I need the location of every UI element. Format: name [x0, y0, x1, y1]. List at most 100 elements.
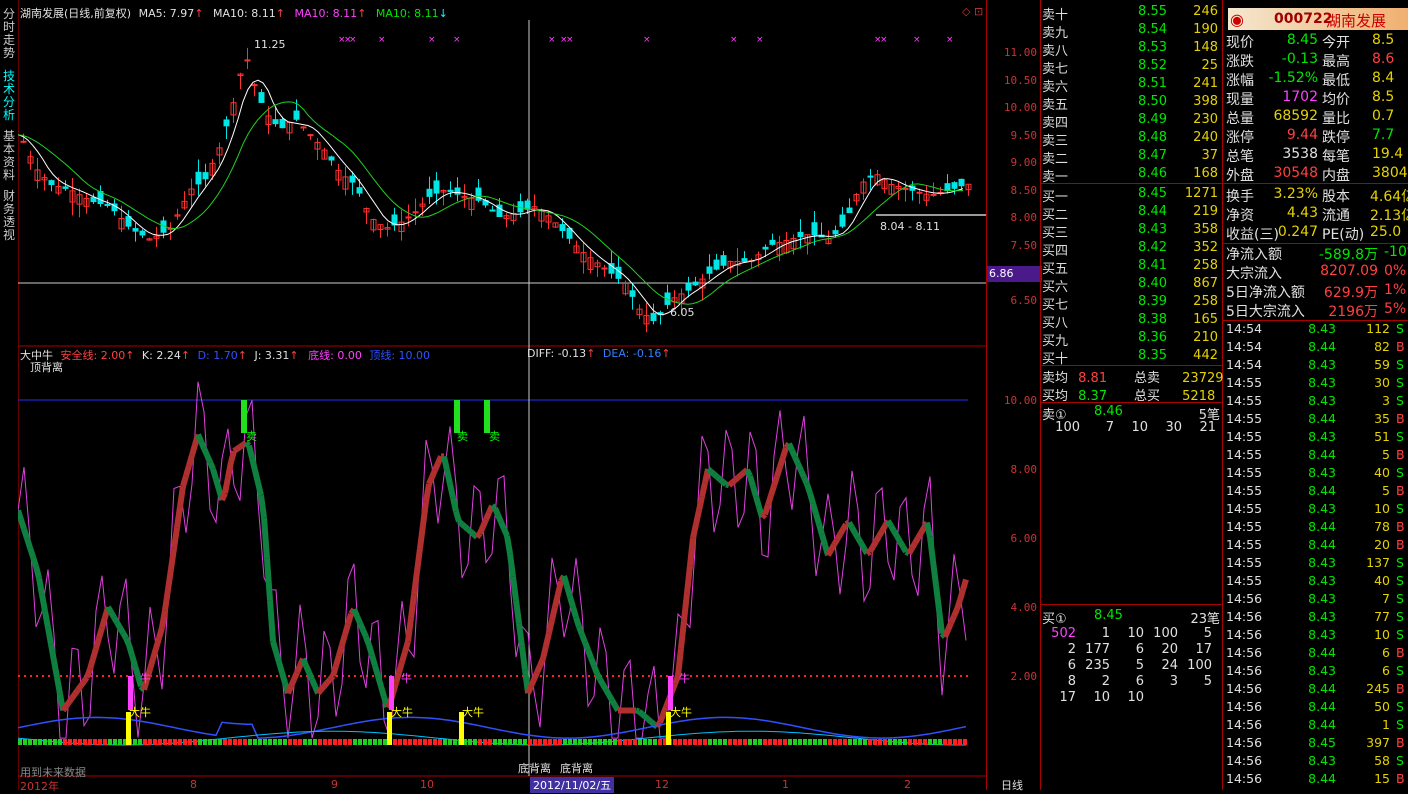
quote-label: PE(动): [1322, 227, 1365, 243]
buy-order-row[interactable]: 买六 8.40 867: [1042, 276, 1222, 295]
tick-row[interactable]: 14:56 8.43 58 S: [1224, 753, 1408, 771]
tick-time: 14:56: [1226, 717, 1263, 732]
tick-row[interactable]: 14:55 8.44 5 B: [1224, 483, 1408, 501]
tick-row[interactable]: 14:56 8.43 10 S: [1224, 627, 1408, 645]
tick-row[interactable]: 14:55 8.44 35 B: [1224, 411, 1408, 429]
quote-label: 最高: [1322, 54, 1350, 70]
tick-row[interactable]: 14:55 8.43 51 S: [1224, 429, 1408, 447]
tick-row[interactable]: 14:55 8.43 10 S: [1224, 501, 1408, 519]
tick-row[interactable]: 14:56 8.44 245 B: [1224, 681, 1408, 699]
tick-row[interactable]: 14:55 8.43 40 S: [1224, 465, 1408, 483]
tick-row[interactable]: 14:55 8.43 3 S: [1224, 393, 1408, 411]
sell-order-row[interactable]: 卖五 8.50 398: [1042, 94, 1222, 113]
k-line-segment: [238, 442, 245, 450]
bar-cell: [343, 739, 347, 745]
k-line-segment: [543, 632, 552, 647]
tick-row[interactable]: 14:54 8.43 59 S: [1224, 357, 1408, 375]
tick-row[interactable]: 14:55 8.43 30 S: [1224, 375, 1408, 393]
candle-body: [811, 222, 818, 236]
k-line-segment: [635, 707, 640, 715]
flow-row: 5日净流入额 629.9万 1%: [1224, 282, 1408, 301]
sell-order-row[interactable]: 卖七 8.52 25: [1042, 58, 1222, 77]
buy-order-row[interactable]: 买九 8.36 210: [1042, 330, 1222, 349]
bar-cell: [943, 739, 947, 745]
buy-order-row[interactable]: 买三 8.43 358: [1042, 222, 1222, 241]
tick-row[interactable]: 14:55 8.44 20 B: [1224, 537, 1408, 555]
quote-value: 8.5: [1372, 89, 1395, 105]
tick-row[interactable]: 14:54 8.43 112 S: [1224, 321, 1408, 339]
buy-order-row[interactable]: 买二 8.44 219: [1042, 204, 1222, 223]
bar-cell: [838, 739, 842, 745]
k-line-segment: [879, 524, 888, 533]
queue-volume: 10: [1093, 690, 1110, 705]
sell-order-row[interactable]: 卖一 8.46 168: [1042, 166, 1222, 185]
k-line-segment: [855, 536, 864, 545]
k-line-segment: [597, 677, 606, 687]
tick-row[interactable]: 14:56 8.45 397 B: [1224, 735, 1408, 753]
tick-row[interactable]: 14:56 8.44 1 S: [1224, 717, 1408, 735]
x-marker: ×: [946, 35, 954, 45]
bar-cell: [843, 739, 847, 745]
sell-order-row[interactable]: 卖八 8.53 148: [1042, 40, 1222, 59]
tick-row[interactable]: 14:56 8.43 6 S: [1224, 663, 1408, 681]
tick-row[interactable]: 14:56 8.44 50 S: [1224, 699, 1408, 717]
tab-financials[interactable]: 财务透视: [1, 190, 17, 242]
kline-chart[interactable]: ××× × × × × ×× × × × ×× × ×: [18, 0, 986, 790]
bar-cell: [528, 739, 532, 745]
buy-order-row[interactable]: 买一 8.45 1271: [1042, 186, 1222, 205]
sell-order-row[interactable]: 卖六 8.51 241: [1042, 76, 1222, 95]
sell-signal: 卖: [246, 430, 257, 443]
sell-order-row[interactable]: 卖四 8.49 230: [1042, 112, 1222, 131]
tick-row[interactable]: 14:54 8.44 82 B: [1224, 339, 1408, 357]
tick-row[interactable]: 14:55 8.43 40 S: [1224, 573, 1408, 591]
tick-side: S: [1396, 357, 1404, 372]
tick-row[interactable]: 14:56 8.44 15 B: [1224, 771, 1408, 789]
tick-row[interactable]: 14:55 8.43 137 S: [1224, 555, 1408, 573]
tick-time: 14:54: [1226, 321, 1263, 336]
buy-order-row[interactable]: 买五 8.41 258: [1042, 258, 1222, 277]
sell-order-row[interactable]: 卖二 8.47 37: [1042, 148, 1222, 167]
buy-order-row[interactable]: 买八 8.38 165: [1042, 312, 1222, 331]
buy-order-row[interactable]: 买四 8.42 352: [1042, 240, 1222, 259]
k-line-segment: [579, 633, 588, 644]
tab-technical[interactable]: 技术分析: [1, 70, 17, 122]
tick-row[interactable]: 14:56 8.43 7 S: [1224, 591, 1408, 609]
bar-cell: [513, 739, 517, 745]
top-line-label: 顶线: 10.00: [369, 349, 431, 362]
candle-body: [951, 182, 958, 189]
tick-row[interactable]: 14:56 8.44 6 B: [1224, 645, 1408, 663]
sell-order-row[interactable]: 卖九 8.54 190: [1042, 22, 1222, 41]
buy-order-row[interactable]: 买十 8.35 442: [1042, 348, 1222, 367]
k-line-segment: [540, 645, 549, 660]
bar-cell: [403, 739, 407, 745]
buy-order-volume: 1271: [1184, 186, 1218, 201]
tick-row[interactable]: 14:55 8.44 78 B: [1224, 519, 1408, 537]
tick-time: 14:56: [1226, 645, 1263, 660]
candle-body: [692, 281, 699, 286]
bar-cell: [143, 739, 147, 745]
buy-order-row[interactable]: 买七 8.39 258: [1042, 294, 1222, 313]
quote-row: 现价 8.45 今开 8.5: [1224, 32, 1408, 51]
bar-cell: [508, 739, 512, 745]
k-line-segment: [399, 651, 408, 664]
tick-row[interactable]: 14:55 8.44 5 B: [1224, 447, 1408, 465]
chart-settings-icon[interactable]: ◇ ⊡: [962, 5, 983, 18]
tick-side: B: [1396, 339, 1405, 354]
k-line-segment: [45, 627, 54, 645]
sell-order-volume: 168: [1193, 166, 1218, 181]
tab-intraday[interactable]: 分时走势: [1, 8, 17, 60]
tab-fundamentals[interactable]: 基本资料: [1, 130, 17, 182]
sell-order-row[interactable]: 卖三 8.48 240: [1042, 130, 1222, 149]
k-line-segment: [210, 468, 219, 481]
k-line-segment: [570, 606, 579, 619]
tick-row[interactable]: 14:56 8.43 77 S: [1224, 609, 1408, 627]
sell-order-row[interactable]: 卖十 8.55 246: [1042, 4, 1222, 23]
tick-price: 8.44: [1308, 717, 1336, 732]
k-line-segment: [549, 606, 558, 621]
quote-row: 涨停 9.44 跌停 7.7: [1224, 127, 1408, 146]
bar-cell: [748, 739, 752, 745]
k-line-segment: [591, 664, 600, 675]
x-marker: ×: [378, 35, 386, 45]
sell-order-price: 8.47: [1138, 148, 1167, 163]
k-line-segment: [270, 640, 279, 653]
